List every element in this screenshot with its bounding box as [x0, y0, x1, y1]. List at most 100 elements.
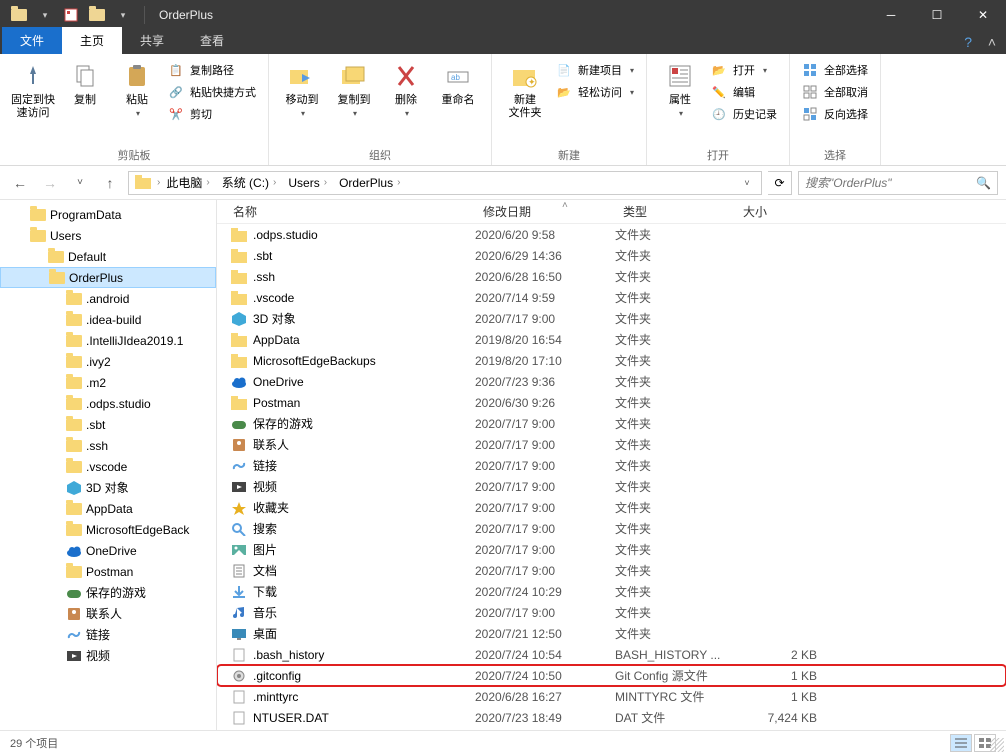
move-to-button[interactable]: 移动到▾: [277, 58, 327, 118]
file-row[interactable]: NTUSER.DAT2020/7/23 18:49DAT 文件7,424 KB: [217, 707, 1006, 728]
maximize-button[interactable]: ☐: [914, 0, 960, 30]
tree-item[interactable]: .ivy2: [0, 351, 216, 372]
select-invert-button[interactable]: 反向选择: [798, 104, 872, 124]
tree-item[interactable]: ProgramData: [0, 204, 216, 225]
column-name[interactable]: 名称: [217, 200, 475, 223]
rename-button[interactable]: ab 重命名: [433, 58, 483, 107]
new-item-button[interactable]: 📄新建项目▾: [552, 60, 638, 80]
file-row[interactable]: Postman2020/6/30 9:26文件夹: [217, 392, 1006, 413]
tab-file[interactable]: 文件: [2, 27, 62, 54]
file-row[interactable]: 桌面2020/7/21 12:50文件夹: [217, 623, 1006, 644]
tree-item[interactable]: 保存的游戏: [0, 582, 216, 603]
tab-home[interactable]: 主页: [62, 27, 122, 54]
file-row[interactable]: .odps.studio2020/6/20 9:58文件夹: [217, 224, 1006, 245]
tree-item[interactable]: AppData: [0, 498, 216, 519]
file-row[interactable]: .gitconfig2020/7/24 10:50Git Config 源文件1…: [217, 665, 1006, 686]
file-row[interactable]: 搜索2020/7/17 9:00文件夹: [217, 518, 1006, 539]
tree-item[interactable]: Default: [0, 246, 216, 267]
properties-icon[interactable]: [60, 4, 82, 26]
tree-item[interactable]: .m2: [0, 372, 216, 393]
properties-button[interactable]: 属性▾: [655, 58, 705, 118]
qat-customize[interactable]: ▾: [112, 4, 134, 26]
tab-share[interactable]: 共享: [122, 27, 182, 54]
tree-item[interactable]: .android: [0, 288, 216, 309]
forward-button[interactable]: →: [38, 171, 62, 195]
resize-grip[interactable]: [990, 738, 1004, 752]
qat-dropdown[interactable]: ▾: [34, 4, 56, 26]
minimize-button[interactable]: ─: [868, 0, 914, 30]
tree-item[interactable]: .IntelliJIdea2019.1: [0, 330, 216, 351]
tree-item[interactable]: 视频: [0, 645, 216, 666]
copy-button[interactable]: 复制: [60, 58, 110, 107]
file-row[interactable]: 下载2020/7/24 10:29文件夹: [217, 581, 1006, 602]
tree-item[interactable]: Postman: [0, 561, 216, 582]
file-row[interactable]: 3D 对象2020/7/17 9:00文件夹: [217, 308, 1006, 329]
column-date[interactable]: 修改日期: [475, 200, 615, 223]
new-folder-icon[interactable]: [86, 4, 108, 26]
new-folder-button[interactable]: ✦ 新建文件夹: [500, 58, 550, 120]
breadcrumb-dropdown[interactable]: ˅: [735, 171, 759, 195]
collapse-ribbon[interactable]: ˄: [988, 34, 996, 50]
file-row[interactable]: OneDrive2020/7/23 9:36文件夹: [217, 371, 1006, 392]
edit-button[interactable]: ✏️编辑: [707, 82, 781, 102]
details-view-button[interactable]: [950, 734, 972, 752]
tree-item[interactable]: 3D 对象: [0, 477, 216, 498]
file-row[interactable]: AppData2019/8/20 16:54文件夹: [217, 329, 1006, 350]
file-row[interactable]: 音乐2020/7/17 9:00文件夹: [217, 602, 1006, 623]
tree-item[interactable]: MicrosoftEdgeBack: [0, 519, 216, 540]
navigation-tree[interactable]: ProgramDataUsersDefaultOrderPlus.android…: [0, 200, 217, 730]
tab-view[interactable]: 查看: [182, 27, 242, 54]
tree-item[interactable]: .ssh: [0, 435, 216, 456]
paste-shortcut-button[interactable]: 🔗粘贴快捷方式: [164, 82, 260, 102]
file-row[interactable]: .bash_history2020/7/24 10:54BASH_HISTORY…: [217, 644, 1006, 665]
copy-to-button[interactable]: 复制到▾: [329, 58, 379, 118]
recent-locations[interactable]: ˅: [68, 171, 92, 195]
back-button[interactable]: ←: [8, 171, 32, 195]
tree-item[interactable]: 链接: [0, 624, 216, 645]
tree-item[interactable]: .odps.studio: [0, 393, 216, 414]
paste-button[interactable]: 粘贴 ▾: [112, 58, 162, 118]
file-row[interactable]: 保存的游戏2020/7/17 9:00文件夹: [217, 413, 1006, 434]
open-button[interactable]: 📂打开▾: [707, 60, 781, 80]
file-row[interactable]: 图片2020/7/17 9:00文件夹: [217, 539, 1006, 560]
tree-item[interactable]: OneDrive: [0, 540, 216, 561]
tree-item[interactable]: Users: [0, 225, 216, 246]
tree-item[interactable]: OrderPlus: [0, 267, 216, 288]
breadcrumb[interactable]: › 此电脑› 系统 (C:)› Users› OrderPlus› ˅: [128, 171, 762, 195]
select-none-button[interactable]: 全部取消: [798, 82, 872, 102]
tree-item[interactable]: 联系人: [0, 603, 216, 624]
breadcrumb-item[interactable]: OrderPlus›: [333, 172, 406, 194]
close-button[interactable]: ✕: [960, 0, 1006, 30]
file-row[interactable]: MicrosoftEdgeBackups2019/8/20 17:10文件夹: [217, 350, 1006, 371]
tree-item[interactable]: .idea-build: [0, 309, 216, 330]
breadcrumb-item[interactable]: Users›: [282, 172, 333, 194]
easy-access-button[interactable]: 📂轻松访问▾: [552, 82, 638, 102]
cut-button[interactable]: ✂️剪切: [164, 104, 260, 124]
file-row[interactable]: 文档2020/7/17 9:00文件夹: [217, 560, 1006, 581]
tree-item[interactable]: .vscode: [0, 456, 216, 477]
file-row[interactable]: 视频2020/7/17 9:00文件夹: [217, 476, 1006, 497]
column-type[interactable]: 类型: [615, 200, 735, 223]
history-button[interactable]: 🕘历史记录: [707, 104, 781, 124]
column-size[interactable]: 大小: [735, 200, 825, 223]
file-row[interactable]: 联系人2020/7/17 9:00文件夹: [217, 434, 1006, 455]
select-all-button[interactable]: 全部选择: [798, 60, 872, 80]
pin-to-quick-access[interactable]: 固定到快速访问: [8, 58, 58, 120]
file-row[interactable]: 收藏夹2020/7/17 9:00文件夹: [217, 497, 1006, 518]
breadcrumb-item[interactable]: 此电脑›: [160, 172, 215, 194]
file-list[interactable]: ˄ 名称 修改日期 类型 大小 .odps.studio2020/6/20 9:…: [217, 200, 1006, 730]
up-button[interactable]: ↑: [98, 171, 122, 195]
file-row[interactable]: .vscode2020/7/14 9:59文件夹: [217, 287, 1006, 308]
search-box[interactable]: 🔍: [798, 171, 998, 195]
delete-button[interactable]: 删除▾: [381, 58, 431, 118]
file-row[interactable]: 链接2020/7/17 9:00文件夹: [217, 455, 1006, 476]
tree-item[interactable]: .sbt: [0, 414, 216, 435]
help-button[interactable]: ?: [964, 34, 972, 50]
file-row[interactable]: .minttyrc2020/6/28 16:27MINTTYRC 文件1 KB: [217, 686, 1006, 707]
file-row[interactable]: .ssh2020/6/28 16:50文件夹: [217, 266, 1006, 287]
file-row[interactable]: .sbt2020/6/29 14:36文件夹: [217, 245, 1006, 266]
copy-path-button[interactable]: 📋复制路径: [164, 60, 260, 80]
search-input[interactable]: [805, 176, 976, 190]
refresh-button[interactable]: ⟳: [768, 171, 792, 195]
breadcrumb-item[interactable]: 系统 (C:)›: [216, 172, 283, 194]
